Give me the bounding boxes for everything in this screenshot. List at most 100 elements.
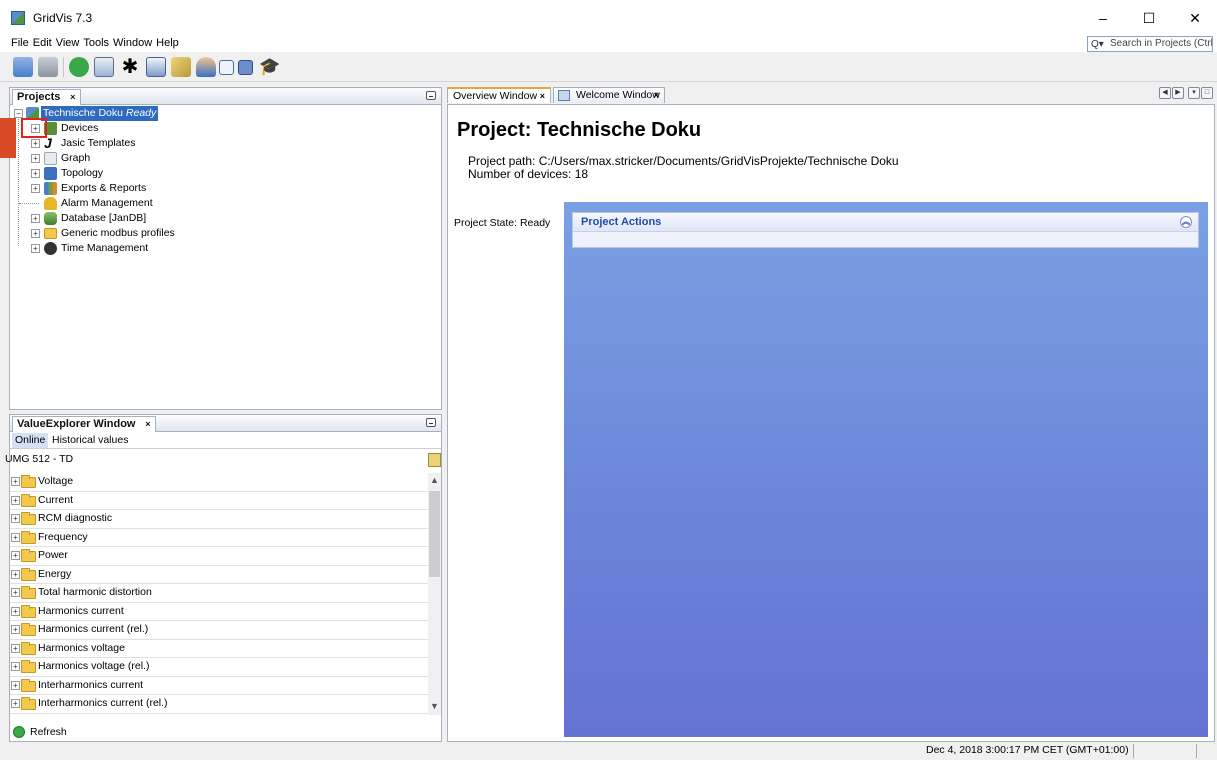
device-icon[interactable] bbox=[94, 57, 114, 77]
search-input[interactable]: Q▾ Search in Projects (Ctrl+I) bbox=[1087, 36, 1213, 52]
expand-icon[interactable]: + bbox=[11, 699, 20, 708]
menu-help[interactable]: Help bbox=[156, 37, 179, 49]
expand-icon[interactable]: + bbox=[31, 154, 40, 163]
menu-edit[interactable]: Edit bbox=[33, 37, 52, 49]
collapse-icon[interactable]: − bbox=[14, 109, 23, 118]
project-root-label[interactable]: Technische Doku Ready bbox=[41, 106, 159, 121]
panel-icon[interactable] bbox=[238, 60, 253, 75]
list-item-label: RCM diagnostic bbox=[38, 512, 113, 524]
tree-label-time: Time Management bbox=[61, 242, 149, 254]
menu-view[interactable]: View bbox=[56, 37, 80, 49]
scroll-up-icon[interactable]: ▲ bbox=[428, 475, 441, 485]
scroll-left-icon[interactable]: ◀ bbox=[1159, 87, 1171, 99]
collapse-up-icon[interactable]: ︽ bbox=[1180, 216, 1192, 228]
root-state: Ready bbox=[125, 107, 157, 119]
list-item[interactable]: + Power bbox=[10, 547, 428, 566]
list-item[interactable]: + RCM diagnostic bbox=[10, 510, 428, 529]
expand-icon[interactable]: + bbox=[11, 588, 20, 597]
expand-icon[interactable]: + bbox=[11, 606, 20, 616]
expand-icon[interactable]: + bbox=[31, 139, 40, 148]
expand-icon[interactable]: + bbox=[11, 551, 20, 560]
list-item[interactable]: + Voltage bbox=[10, 473, 428, 492]
list-item[interactable]: + Interharmonics current (rel.) bbox=[10, 695, 428, 714]
device-label: UMG 512 - TD bbox=[5, 453, 74, 465]
annotation-marker bbox=[0, 118, 16, 158]
list-item[interactable]: + Interharmonics current bbox=[10, 677, 428, 695]
expand-icon[interactable]: + bbox=[31, 229, 40, 238]
list-item[interactable]: + Current bbox=[10, 492, 428, 510]
list-item[interactable]: + Harmonics current bbox=[10, 603, 428, 621]
folder-icon bbox=[21, 567, 36, 581]
window-icon[interactable] bbox=[219, 60, 234, 75]
expand-icon[interactable]: + bbox=[11, 680, 20, 690]
tab-welcome-label: Welcome Window bbox=[576, 89, 660, 101]
expand-icon[interactable]: + bbox=[11, 532, 20, 542]
folder-icon bbox=[21, 623, 36, 636]
expand-icon[interactable]: + bbox=[11, 643, 20, 653]
minimize-panel-button[interactable] bbox=[426, 418, 436, 427]
maximize-editor-icon[interactable]: □ bbox=[1201, 87, 1213, 99]
expand-icon[interactable]: + bbox=[11, 625, 20, 634]
subtab-online[interactable]: Online bbox=[12, 433, 49, 448]
list-item-label: Interharmonics current bbox=[38, 678, 144, 691]
expand-icon[interactable]: + bbox=[11, 569, 20, 579]
list-item[interactable]: + Harmonics voltage (rel.) bbox=[10, 658, 428, 677]
expand-icon[interactable]: + bbox=[11, 662, 20, 671]
tab-overview-window[interactable]: Overview Window × bbox=[447, 87, 551, 103]
tab-list-icon[interactable]: ▾ bbox=[1188, 87, 1200, 99]
list-item[interactable]: + Energy bbox=[10, 566, 428, 584]
tab-welcome-window[interactable]: Welcome Window × bbox=[553, 87, 665, 103]
menu-window[interactable]: Window bbox=[113, 37, 152, 49]
close-icon[interactable]: × bbox=[654, 88, 659, 103]
tree-label-exports: Exports & Reports bbox=[61, 182, 147, 194]
refresh-icon[interactable] bbox=[69, 57, 89, 77]
folder-icon bbox=[21, 660, 36, 673]
expand-icon[interactable]: + bbox=[31, 244, 40, 253]
close-icon[interactable]: × bbox=[540, 89, 545, 104]
tab-projects[interactable]: Projects × bbox=[12, 89, 82, 105]
list-item-label: Interharmonics current (rel.) bbox=[38, 697, 168, 709]
folder-icon bbox=[21, 475, 36, 488]
project-actions-header[interactable]: Project Actions ︽ bbox=[573, 213, 1198, 232]
graduation-cap-icon[interactable]: 🎓 bbox=[259, 57, 280, 77]
device-select-icon[interactable] bbox=[428, 453, 441, 467]
tools-icon[interactable] bbox=[171, 57, 191, 77]
projects-panel: Projects × − Technische Doku Ready + Dev… bbox=[9, 87, 442, 410]
list-item[interactable]: + Harmonics voltage bbox=[10, 640, 428, 658]
menu-file[interactable]: File bbox=[11, 37, 29, 49]
database-icon bbox=[44, 212, 57, 225]
open-project-icon[interactable] bbox=[38, 57, 58, 77]
scroll-thumb[interactable] bbox=[429, 491, 440, 577]
expand-icon[interactable]: + bbox=[11, 477, 20, 486]
tab-overview-label: Overview Window bbox=[453, 90, 538, 102]
close-icon[interactable]: × bbox=[145, 417, 150, 432]
maximize-button[interactable]: ☐ bbox=[1134, 9, 1164, 27]
user-icon[interactable] bbox=[196, 57, 216, 77]
import-icon[interactable] bbox=[146, 57, 166, 77]
expand-icon[interactable]: + bbox=[11, 495, 20, 505]
list-item[interactable]: + Frequency bbox=[10, 529, 428, 547]
expand-icon[interactable]: + bbox=[31, 169, 40, 178]
list-item[interactable]: + Total harmonic distortion bbox=[10, 584, 428, 603]
refresh-icon bbox=[13, 726, 25, 738]
close-icon[interactable]: × bbox=[70, 90, 75, 105]
list-item[interactable]: + Harmonics current (rel.) bbox=[10, 621, 428, 640]
subtab-historical[interactable]: Historical values bbox=[49, 433, 131, 448]
scroll-down-icon[interactable]: ▼ bbox=[428, 701, 441, 711]
folder-icon bbox=[21, 678, 36, 692]
device-count: Number of devices: 18 bbox=[468, 167, 589, 181]
folder-icon bbox=[21, 641, 36, 655]
tab-value-explorer[interactable]: ValueExplorer Window × bbox=[12, 416, 157, 432]
minimize-panel-button[interactable] bbox=[426, 91, 436, 100]
expand-icon[interactable]: + bbox=[31, 214, 40, 223]
new-project-icon[interactable] bbox=[13, 57, 33, 77]
close-button[interactable]: ✕ bbox=[1180, 9, 1210, 27]
expand-icon[interactable]: + bbox=[31, 184, 40, 193]
value-list-scrollbar[interactable]: ▲ ▼ bbox=[428, 473, 441, 715]
star-icon[interactable]: ✱ bbox=[120, 57, 140, 77]
scroll-right-icon[interactable]: ▶ bbox=[1172, 87, 1184, 99]
expand-icon[interactable]: + bbox=[11, 514, 20, 523]
minimize-button[interactable]: – bbox=[1088, 9, 1118, 27]
menu-tools[interactable]: Tools bbox=[83, 37, 109, 49]
editor-tabs: Overview Window × Welcome Window × ◀ ▶ ▾… bbox=[447, 87, 1215, 104]
